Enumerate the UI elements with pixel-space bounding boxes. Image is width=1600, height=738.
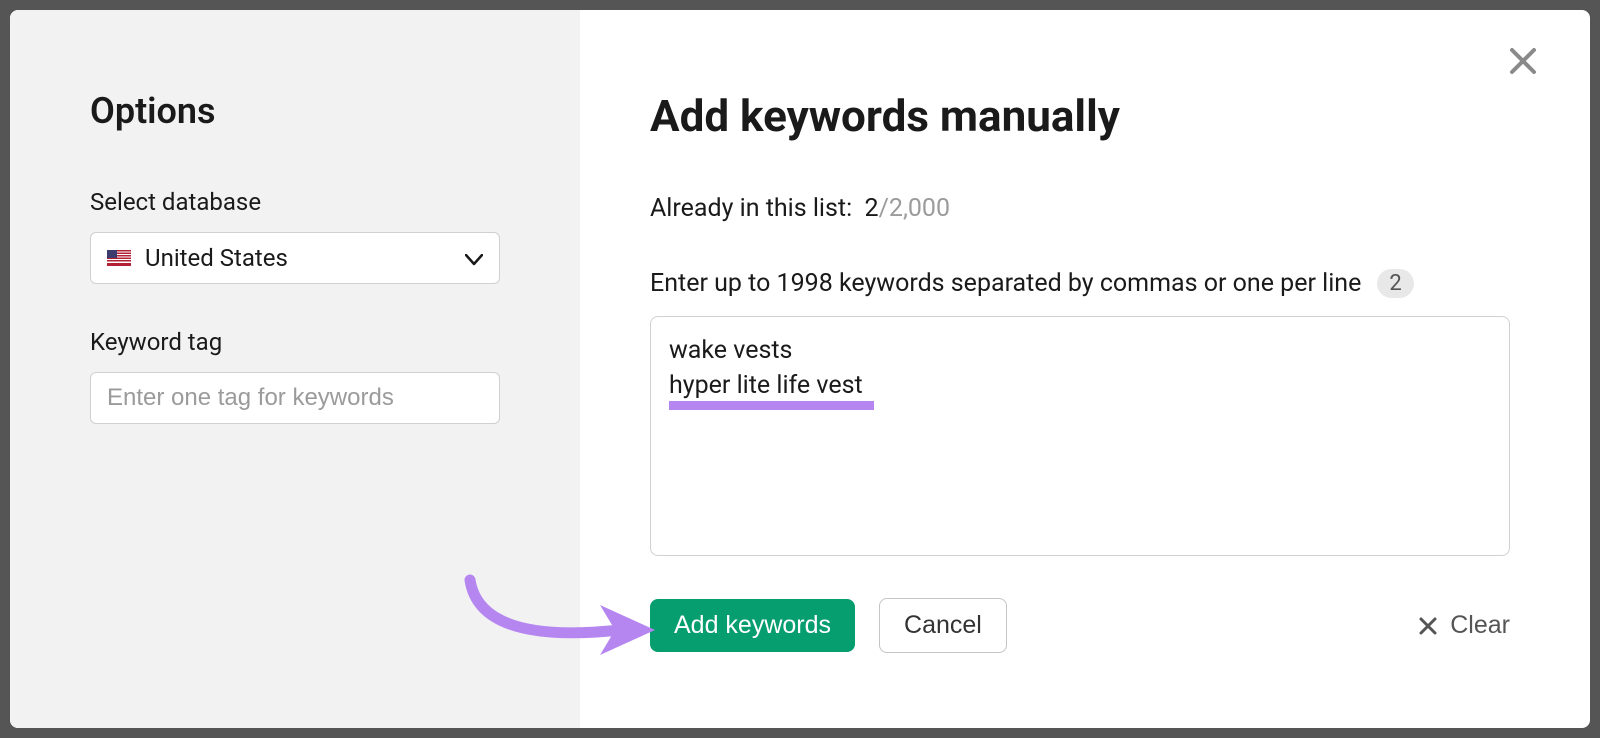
clear-label: Clear: [1450, 611, 1510, 640]
clear-x-icon: [1418, 616, 1438, 636]
tag-label: Keyword tag: [90, 328, 500, 356]
sidebar-title: Options: [90, 90, 500, 132]
enter-instruction: Enter up to 1998 keywords separated by c…: [650, 269, 1361, 298]
database-value: United States: [145, 244, 465, 272]
clear-button[interactable]: Clear: [1418, 611, 1510, 640]
keyword-count-badge: 2: [1377, 269, 1413, 298]
cancel-button[interactable]: Cancel: [879, 598, 1007, 653]
main-title: Add keywords manually: [650, 90, 1510, 142]
chevron-down-icon: [465, 244, 483, 272]
add-keywords-button[interactable]: Add keywords: [650, 599, 855, 652]
database-select[interactable]: United States: [90, 232, 500, 284]
options-sidebar: Options Select database United States Ke…: [10, 10, 580, 728]
already-count: 2: [865, 194, 879, 223]
already-total: /2,000: [879, 194, 950, 223]
highlight-annotation: [669, 401, 874, 410]
keyword-tag-input[interactable]: [90, 372, 500, 424]
button-row: Add keywords Cancel Clear: [650, 598, 1510, 653]
main-panel: Add keywords manually Already in this li…: [580, 10, 1590, 728]
database-label: Select database: [90, 188, 500, 216]
us-flag-icon: [107, 250, 131, 266]
add-keywords-modal: Options Select database United States Ke…: [10, 10, 1590, 728]
already-in-list: Already in this list: 2/2,000: [650, 194, 1510, 223]
already-label: Already in this list:: [650, 194, 852, 223]
close-icon: [1508, 46, 1538, 76]
enter-instruction-row: Enter up to 1998 keywords separated by c…: [650, 269, 1510, 298]
keywords-textarea[interactable]: [650, 316, 1510, 556]
close-button[interactable]: [1506, 44, 1540, 78]
